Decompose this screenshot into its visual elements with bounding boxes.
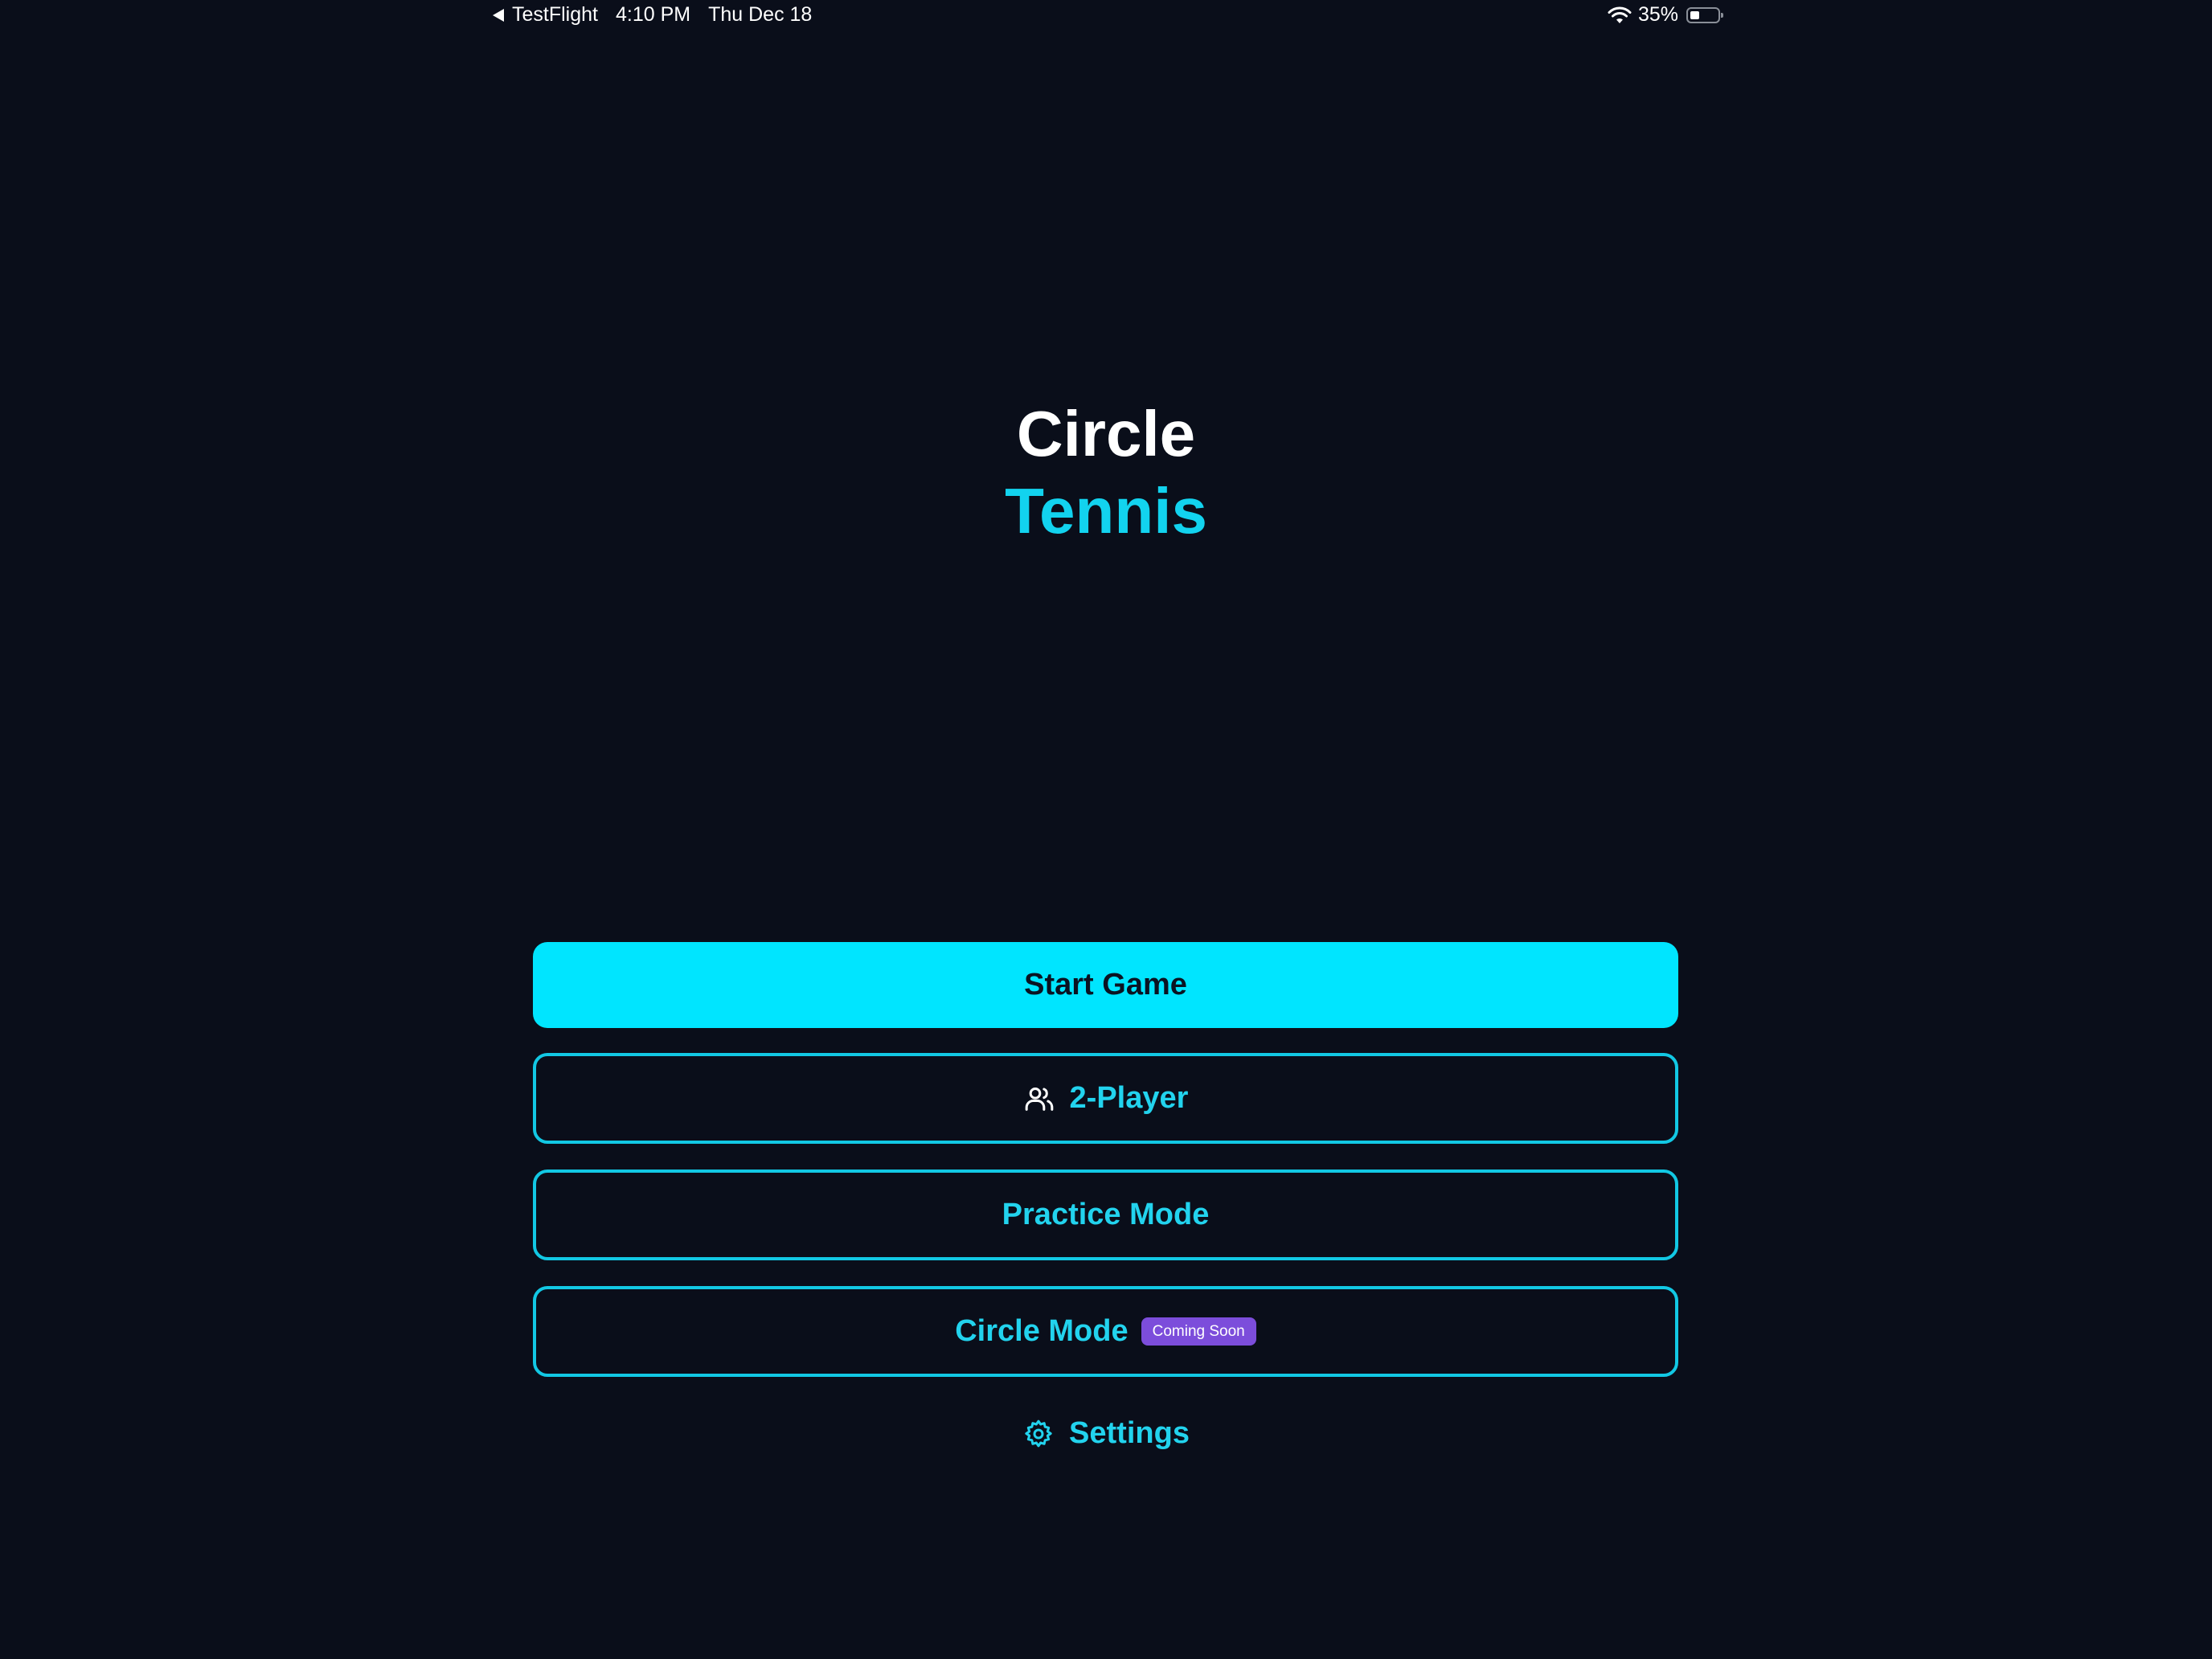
circle-mode-label: Circle Mode [955, 1314, 1129, 1348]
battery-cap [1721, 12, 1723, 18]
settings-button[interactable]: Settings [0, 1416, 2212, 1451]
two-player-label: 2-Player [1069, 1081, 1189, 1115]
coming-soon-badge: Coming Soon [1141, 1317, 1256, 1346]
settings-label: Settings [1069, 1416, 1190, 1450]
circle-mode-button[interactable]: Circle Mode Coming Soon [533, 1286, 1678, 1377]
gear-icon [1025, 1419, 1052, 1447]
back-arrow-icon[interactable] [493, 8, 504, 22]
title-tennis: Tennis [1005, 475, 1207, 547]
battery-percent: 35% [1637, 3, 1678, 26]
status-date: Thu Dec 18 [708, 3, 813, 26]
practice-mode-button[interactable]: Practice Mode [533, 1169, 1678, 1260]
status-bar: TestFlight 4:10 PM Thu Dec 18 35% [0, 0, 2212, 32]
status-left[interactable]: TestFlight 4:10 PM Thu Dec 18 [493, 3, 812, 27]
users-icon [1025, 1087, 1053, 1111]
wifi-icon [1608, 6, 1632, 23]
back-app-label[interactable]: TestFlight [512, 3, 598, 27]
title-circle: Circle [1016, 398, 1196, 469]
app-screen: TestFlight 4:10 PM Thu Dec 18 35% Circle… [0, 0, 2212, 1659]
battery-fill [1690, 10, 1699, 19]
start-game-label: Start Game [1024, 968, 1187, 1002]
battery-icon [1686, 6, 1723, 23]
status-time: 4:10 PM [615, 3, 691, 26]
start-game-button[interactable]: Start Game [533, 942, 1678, 1028]
two-player-button[interactable]: 2-Player [533, 1053, 1678, 1144]
status-right: 35% [1608, 3, 1723, 27]
practice-mode-label: Practice Mode [1002, 1198, 1210, 1231]
